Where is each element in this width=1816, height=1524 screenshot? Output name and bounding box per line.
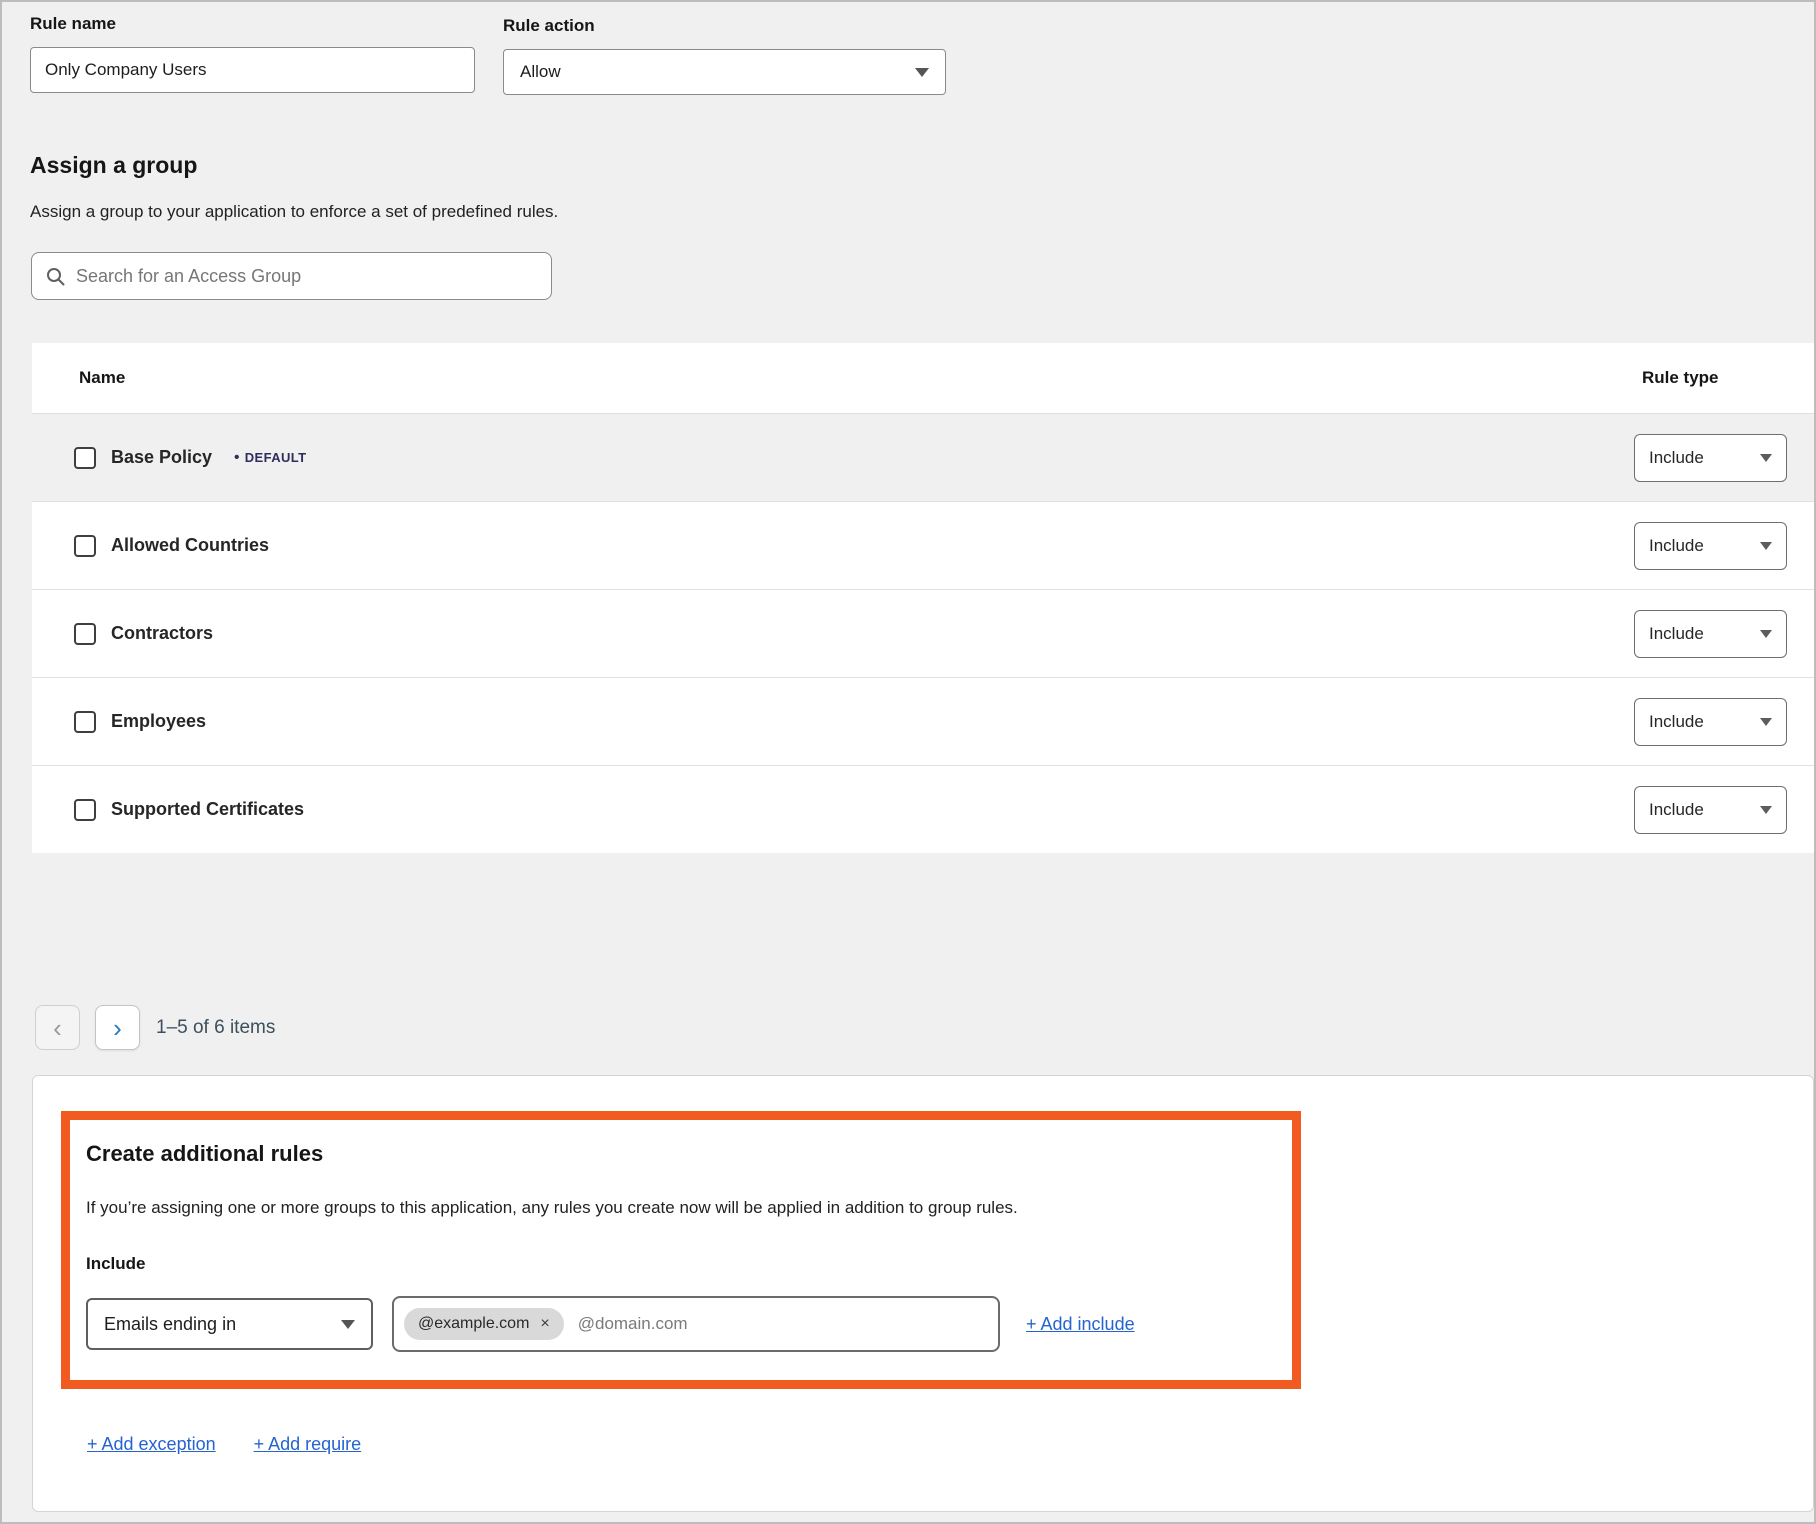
rule-type-value: Include <box>1649 536 1704 556</box>
rule-name-input[interactable] <box>30 47 475 93</box>
add-exception-link[interactable]: + Add exception <box>87 1434 216 1455</box>
chevron-left-icon: ‹ <box>53 1015 62 1041</box>
row-checkbox[interactable] <box>74 711 96 733</box>
rule-name-field: Rule name <box>30 14 475 93</box>
table-row: Base Policy • DEFAULT Include <box>32 413 1814 501</box>
chevron-down-icon <box>1760 718 1772 726</box>
rule-action-value: Allow <box>520 62 561 82</box>
row-checkbox[interactable] <box>74 535 96 557</box>
default-badge: • DEFAULT <box>234 449 306 466</box>
rule-type-select[interactable]: Include <box>1634 610 1787 658</box>
chevron-down-icon <box>341 1320 355 1329</box>
condition-value: Emails ending in <box>104 1314 236 1335</box>
chevron-down-icon <box>1760 454 1772 462</box>
create-additional-rules-section: Create additional rules If you’re assign… <box>61 1111 1301 1389</box>
group-name: Base Policy <box>111 447 212 468</box>
search-icon <box>46 267 65 286</box>
rule-action-field: Rule action Allow <box>503 16 946 95</box>
email-domain-input: @example.com × <box>392 1296 1000 1352</box>
chevron-down-icon <box>1760 806 1772 814</box>
search-input[interactable] <box>76 266 537 287</box>
chevron-down-icon <box>1760 630 1772 638</box>
email-chip: @example.com × <box>404 1308 564 1340</box>
footer-links: + Add exception + Add require <box>87 1434 361 1455</box>
email-chip-label: @example.com <box>418 1315 529 1333</box>
assign-group-description: Assign a group to your application to en… <box>30 202 558 222</box>
access-group-table: Name Rule type Base Policy • DEFAULT Incl… <box>32 343 1814 853</box>
pagination-label: 1–5 of 6 items <box>156 1017 275 1039</box>
column-header-rule-type: Rule type <box>1642 368 1719 388</box>
rule-name-label: Rule name <box>30 14 475 34</box>
condition-select[interactable]: Emails ending in <box>86 1298 373 1350</box>
domain-input[interactable] <box>578 1314 988 1334</box>
group-name: Contractors <box>111 623 213 644</box>
rule-type-value: Include <box>1649 624 1704 644</box>
table-header: Name Rule type <box>32 343 1814 413</box>
pagination: ‹ › 1–5 of 6 items <box>35 1005 275 1050</box>
rule-type-value: Include <box>1649 448 1704 468</box>
rule-type-select[interactable]: Include <box>1634 698 1787 746</box>
pagination-next-button[interactable]: › <box>95 1005 140 1050</box>
row-checkbox[interactable] <box>74 623 96 645</box>
chevron-down-icon <box>915 68 929 77</box>
group-name: Allowed Countries <box>111 535 269 556</box>
chevron-right-icon: › <box>113 1015 122 1041</box>
rule-action-label: Rule action <box>503 16 946 36</box>
badge-bullet: • <box>234 449 240 466</box>
table-row: Allowed Countries Include <box>32 501 1814 589</box>
add-require-link[interactable]: + Add require <box>254 1434 362 1455</box>
rule-type-value: Include <box>1649 712 1704 732</box>
row-checkbox[interactable] <box>74 799 96 821</box>
chevron-down-icon <box>1760 542 1772 550</box>
badge-label: DEFAULT <box>245 450 307 465</box>
rules-panel: Create additional rules If you’re assign… <box>32 1075 1814 1512</box>
access-rule-page: Rule name Rule action Allow Assign a gro… <box>0 0 1816 1524</box>
group-name: Supported Certificates <box>111 799 304 820</box>
row-checkbox[interactable] <box>74 447 96 469</box>
table-row: Supported Certificates Include <box>32 765 1814 853</box>
group-name: Employees <box>111 711 206 732</box>
access-group-search <box>31 252 552 300</box>
table-row: Contractors Include <box>32 589 1814 677</box>
rule-type-select[interactable]: Include <box>1634 786 1787 834</box>
include-label: Include <box>86 1254 1292 1274</box>
rule-type-value: Include <box>1649 800 1704 820</box>
pagination-prev-button[interactable]: ‹ <box>35 1005 80 1050</box>
additional-rules-description: If you’re assigning one or more groups t… <box>86 1198 1292 1218</box>
rule-type-select[interactable]: Include <box>1634 434 1787 482</box>
table-row: Employees Include <box>32 677 1814 765</box>
remove-chip-icon[interactable]: × <box>540 1315 549 1333</box>
rule-type-select[interactable]: Include <box>1634 522 1787 570</box>
rule-action-select[interactable]: Allow <box>503 49 946 95</box>
additional-rules-title: Create additional rules <box>86 1141 1292 1167</box>
include-rule-controls: Emails ending in @example.com × + Add in… <box>86 1296 1292 1352</box>
column-header-name: Name <box>79 368 125 388</box>
assign-group-title: Assign a group <box>30 152 197 179</box>
add-include-link[interactable]: + Add include <box>1026 1314 1135 1335</box>
